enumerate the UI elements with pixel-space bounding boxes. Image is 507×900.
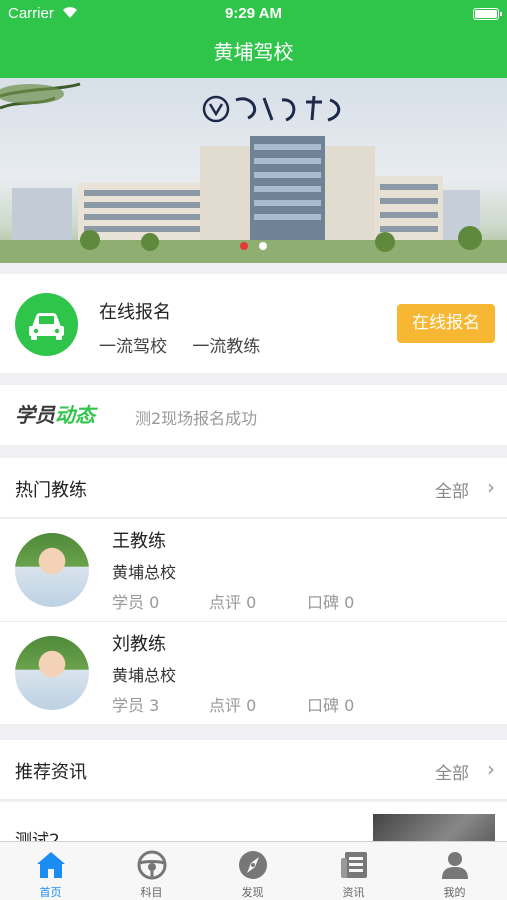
clock: 9:29 AM bbox=[225, 5, 282, 22]
hot-coaches-header[interactable]: 热门教练 全部 › bbox=[0, 458, 507, 518]
tab-label: 资讯 bbox=[342, 886, 365, 899]
online-signup-button[interactable]: 在线报名 bbox=[397, 304, 495, 343]
coach-students: 学员 0 bbox=[112, 593, 160, 612]
coach-name: 王教练 bbox=[112, 531, 166, 552]
recommended-news-header[interactable]: 推荐资讯 全部 › bbox=[0, 740, 507, 800]
article-item[interactable]: 测试2 bbox=[0, 802, 507, 842]
chevron-right-icon: › bbox=[487, 757, 495, 781]
compass-icon bbox=[239, 851, 267, 879]
page-title: 黄埔驾校 bbox=[213, 40, 294, 64]
online-signup-card: 在线报名 一流驾校 一流教练 在线报名 bbox=[0, 274, 507, 373]
coach-stats: 学员 3 点评 0 口碑 0 bbox=[112, 692, 492, 716]
tab-subjects[interactable]: 科目 bbox=[101, 842, 202, 900]
coach-item[interactable]: 刘教练 黄埔总校 学员 3 点评 0 口碑 0 bbox=[0, 622, 507, 725]
tab-label: 科目 bbox=[140, 886, 163, 899]
student-news-brand: 学员动态 bbox=[15, 399, 95, 428]
coach-reviews: 点评 0 bbox=[209, 696, 257, 715]
coach-avatar bbox=[15, 533, 89, 607]
news-text[interactable]: 测2现场报名成功 bbox=[135, 405, 257, 429]
tab-label: 我的 bbox=[443, 886, 466, 899]
chevron-right-icon: › bbox=[487, 475, 495, 499]
coach-school: 黄埔总校 bbox=[112, 563, 177, 582]
coach-school: 黄埔总校 bbox=[112, 666, 177, 685]
view-all-link[interactable]: 全部 bbox=[435, 759, 469, 784]
coach-item[interactable]: 王教练 黄埔总校 学员 0 点评 0 口碑 0 bbox=[0, 519, 507, 622]
signup-tags: 一流驾校 一流教练 bbox=[99, 332, 280, 357]
school-logo bbox=[202, 92, 362, 126]
student-news-ticker[interactable]: 学员动态 测2现场报名成功 bbox=[0, 385, 507, 445]
news-icon bbox=[341, 852, 367, 878]
battery-icon bbox=[473, 8, 502, 20]
banner-carousel[interactable] bbox=[0, 78, 507, 263]
home-icon bbox=[37, 852, 65, 878]
coach-stats: 学员 0 点评 0 口碑 0 bbox=[112, 589, 492, 613]
person-icon bbox=[442, 852, 468, 879]
tab-discover[interactable]: 发现 bbox=[202, 842, 303, 900]
section-title: 推荐资讯 bbox=[15, 762, 87, 783]
coach-students: 学员 3 bbox=[112, 696, 160, 715]
coach-reviews: 点评 0 bbox=[209, 593, 257, 612]
coach-name: 刘教练 bbox=[112, 634, 166, 655]
steering-wheel-icon bbox=[137, 850, 167, 880]
signup-tag: 一流教练 bbox=[192, 337, 261, 357]
nav-bar: 黄埔驾校 bbox=[0, 28, 507, 78]
signup-title: 在线报名 bbox=[99, 302, 171, 323]
signup-tag: 一流驾校 bbox=[99, 337, 167, 357]
coach-reputation: 口碑 0 bbox=[307, 696, 355, 715]
article-title: 测试2 bbox=[15, 831, 60, 842]
brand-part1: 学员 bbox=[15, 403, 55, 427]
coach-avatar bbox=[15, 636, 89, 710]
car-icon bbox=[15, 293, 78, 356]
brand-part2: 动态 bbox=[55, 403, 95, 427]
article-thumbnail bbox=[373, 814, 495, 842]
tab-home[interactable]: 首页 bbox=[0, 842, 101, 900]
section-title: 热门教练 bbox=[15, 480, 87, 501]
carousel-dot[interactable] bbox=[259, 242, 267, 250]
tab-label: 首页 bbox=[39, 886, 62, 899]
coach-reputation: 口碑 0 bbox=[307, 593, 355, 612]
view-all-link[interactable]: 全部 bbox=[435, 477, 469, 502]
tab-profile[interactable]: 我的 bbox=[404, 842, 505, 900]
tab-label: 发现 bbox=[241, 886, 264, 899]
carousel-dot-active[interactable] bbox=[240, 242, 248, 250]
tab-bar: 首页 科目 发现 资讯 我的 bbox=[0, 841, 507, 900]
status-bar: Carrier 9:29 AM bbox=[0, 0, 507, 28]
tab-news[interactable]: 资讯 bbox=[303, 842, 404, 900]
